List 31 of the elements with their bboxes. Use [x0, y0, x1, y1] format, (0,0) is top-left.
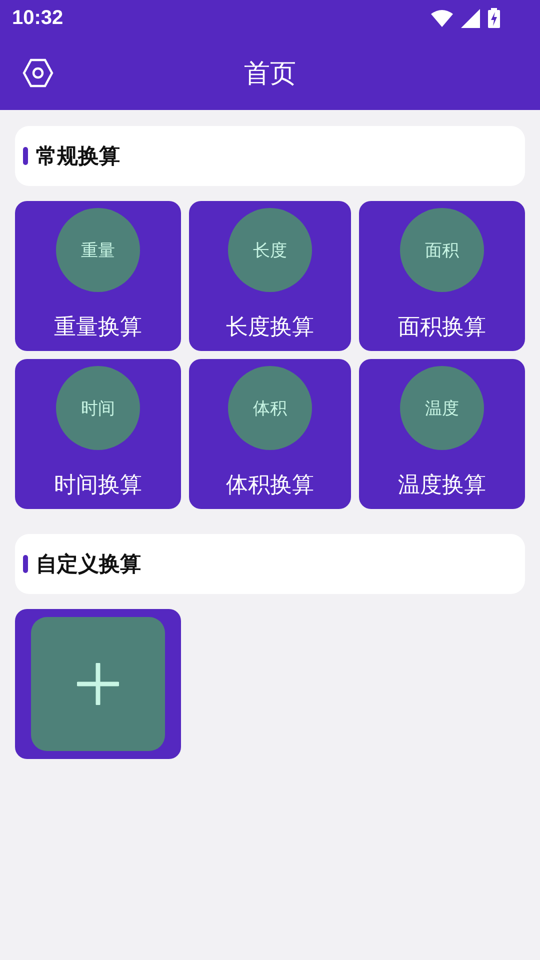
settings-icon[interactable]	[22, 58, 54, 88]
tile-label: 时间换算	[54, 472, 142, 500]
category-badge: 温度	[400, 366, 484, 450]
category-badge: 面积	[400, 208, 484, 292]
converter-tile[interactable]: 面积 面积换算	[359, 201, 525, 351]
converter-tile[interactable]: 时间 时间换算	[15, 359, 181, 509]
page-title: 首页	[244, 58, 296, 90]
converter-tile[interactable]: 体积 体积换算	[189, 359, 351, 509]
plus-icon	[77, 663, 119, 705]
category-badge: 时间	[56, 366, 140, 450]
accent-bar	[23, 555, 28, 573]
tile-label: 体积换算	[226, 472, 314, 500]
status-time: 10:32	[12, 6, 64, 30]
tile-label: 重量换算	[54, 314, 142, 342]
add-tile[interactable]	[15, 609, 181, 759]
converter-tile[interactable]: 长度 长度换算	[189, 201, 351, 351]
wifi-icon	[431, 9, 453, 27]
tile-label: 温度换算	[398, 472, 486, 500]
converter-tile[interactable]: 温度 温度换算	[359, 359, 525, 509]
signal-icon	[461, 8, 480, 28]
section-title: 常规换算	[36, 143, 120, 170]
add-button[interactable]	[31, 617, 165, 751]
category-badge: 重量	[56, 208, 140, 292]
category-badge: 体积	[228, 366, 312, 450]
accent-bar	[23, 147, 28, 165]
converter-tile[interactable]: 重量 重量换算	[15, 201, 181, 351]
category-badge: 长度	[228, 208, 312, 292]
section-title: 自定义换算	[36, 551, 141, 578]
battery-charging-icon	[488, 8, 500, 28]
tile-label: 长度换算	[226, 314, 314, 342]
tile-label: 面积换算	[398, 314, 486, 342]
